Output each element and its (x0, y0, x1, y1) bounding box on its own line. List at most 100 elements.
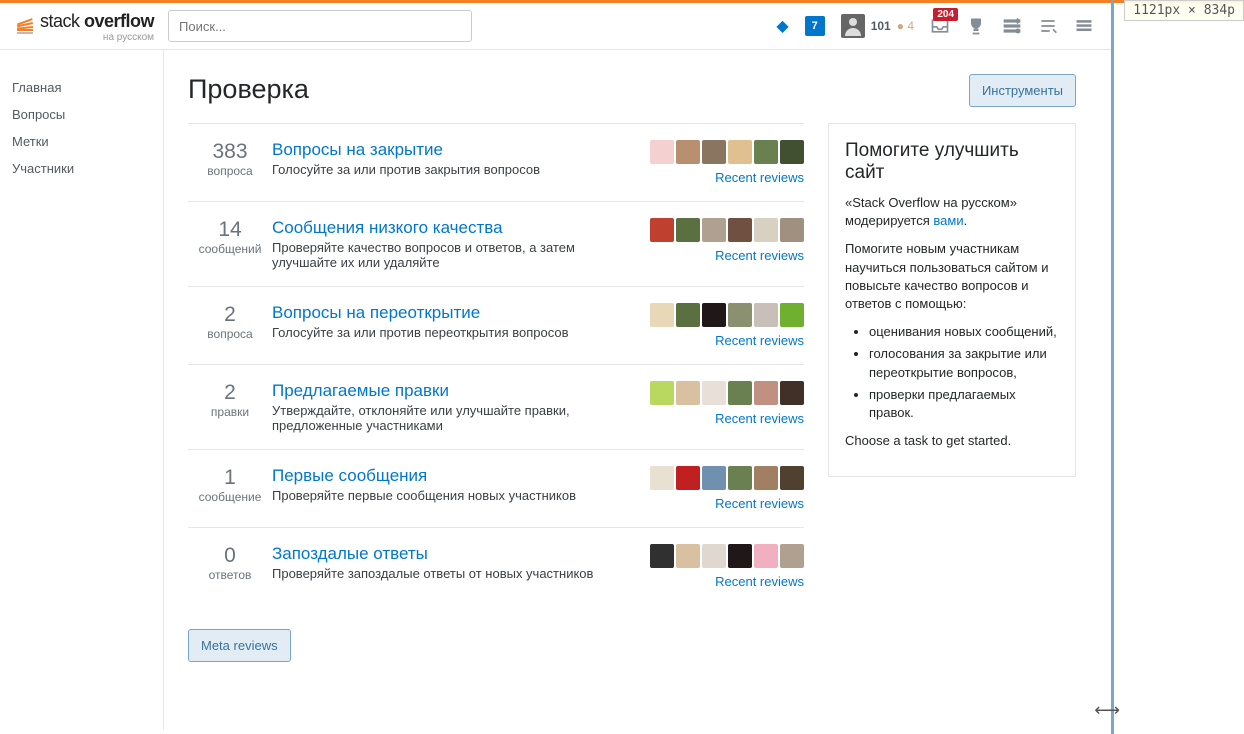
list-icon[interactable] (1074, 16, 1094, 36)
recent-reviews-link[interactable]: Recent reviews (715, 248, 804, 263)
sidebar-bullet: голосования за закрытие или переоткрытие… (869, 345, 1059, 381)
queue-description: Проверяйте запоздалые ответы от новых уч… (272, 566, 624, 581)
queue-count: 1 (188, 466, 272, 490)
se-icon[interactable] (1038, 16, 1058, 36)
reviewer-avatar[interactable] (754, 303, 778, 327)
sidebar-bullet: проверки предлагаемых правок. (869, 386, 1059, 422)
left-sidebar: Главная Вопросы Метки Участники (0, 50, 164, 730)
inbox-icon[interactable]: 204 (930, 16, 950, 36)
nav-tags[interactable]: Метки (12, 128, 163, 155)
site-logo[interactable]: stack overflow на русском (0, 10, 168, 43)
reviewer-avatar[interactable] (728, 140, 752, 164)
review-queue-item: 2 вопроса Вопросы на переоткрытие Голосу… (188, 286, 804, 364)
header-bar: stack overflow на русском ◆ 7 101 ● 4 20… (0, 3, 1114, 50)
reviewer-avatar[interactable] (676, 381, 700, 405)
reviewer-avatar[interactable] (754, 544, 778, 568)
achievements-icon[interactable] (966, 16, 986, 36)
reviewer-avatar[interactable] (780, 218, 804, 242)
queue-count-unit: сообщений (188, 242, 272, 256)
help-icon[interactable] (1002, 16, 1022, 36)
search-input[interactable] (168, 10, 472, 42)
inbox-badge: 204 (933, 8, 958, 21)
reviewer-avatar[interactable] (780, 544, 804, 568)
queue-count-unit: правки (188, 405, 272, 419)
reviewer-avatar[interactable] (650, 466, 674, 490)
sidebar-bullet: оценивания новых сообщений, (869, 323, 1059, 341)
reviewer-avatar[interactable] (676, 303, 700, 327)
reviewer-avatar[interactable] (676, 544, 700, 568)
nav-users[interactable]: Участники (12, 155, 163, 182)
reviewer-avatar[interactable] (650, 381, 674, 405)
reviewer-avatar[interactable] (754, 218, 778, 242)
user-profile-link[interactable]: 101 ● 4 (841, 14, 914, 38)
queue-title-link[interactable]: Запоздалые ответы (272, 544, 428, 563)
queue-count: 14 (188, 218, 272, 242)
bronze-badge-count: ● 4 (897, 19, 914, 33)
page-title: Проверка (188, 74, 309, 105)
help-sidebar: Помогите улучшить сайт «Stack Overflow н… (828, 123, 1076, 477)
reviewer-avatar[interactable] (728, 466, 752, 490)
queue-description: Голосуйте за или против закрытия вопросо… (272, 162, 624, 177)
review-queue-item: 0 ответов Запоздалые ответы Проверяйте з… (188, 527, 804, 605)
diamond-icon[interactable]: ◆ (776, 16, 788, 36)
queue-title-link[interactable]: Вопросы на переоткрытие (272, 303, 480, 322)
nav-home[interactable]: Главная (12, 74, 163, 101)
review-queue-item: 2 правки Предлагаемые правки Утверждайте… (188, 364, 804, 449)
reviewer-avatar[interactable] (702, 466, 726, 490)
queue-count: 2 (188, 303, 272, 327)
reviewer-avatar[interactable] (728, 303, 752, 327)
queue-title-link[interactable]: Первые сообщения (272, 466, 427, 485)
reviewer-avatar[interactable] (780, 466, 804, 490)
reviewer-avatar[interactable] (702, 303, 726, 327)
reviewer-avatar[interactable] (702, 140, 726, 164)
queue-count: 383 (188, 140, 272, 164)
reviewer-avatar[interactable] (676, 140, 700, 164)
review-count-badge[interactable]: 7 (805, 16, 825, 36)
user-avatar-icon (841, 14, 865, 38)
reviewer-avatar[interactable] (728, 381, 752, 405)
recent-reviews-link[interactable]: Recent reviews (715, 411, 804, 426)
nav-questions[interactable]: Вопросы (12, 101, 163, 128)
sidebar-you-link[interactable]: вами (933, 213, 963, 228)
ruler-overlay: 1121px × 834p (1124, 0, 1244, 21)
reviewer-avatar[interactable] (728, 544, 752, 568)
reviewer-avatar[interactable] (780, 140, 804, 164)
reviewer-avatar[interactable] (702, 381, 726, 405)
queue-count: 0 (188, 544, 272, 568)
queue-description: Голосуйте за или против переоткрытия воп… (272, 325, 624, 340)
reviewer-avatar[interactable] (650, 218, 674, 242)
reviewer-avatar[interactable] (702, 544, 726, 568)
reviewer-avatar[interactable] (780, 303, 804, 327)
queue-description: Утверждайте, отклоняйте или улучшайте пр… (272, 403, 624, 433)
queue-title-link[interactable]: Вопросы на закрытие (272, 140, 443, 159)
recent-reviews-link[interactable]: Recent reviews (715, 333, 804, 348)
reviewer-avatar[interactable] (650, 544, 674, 568)
reviewer-avatar[interactable] (754, 140, 778, 164)
recent-reviews-link[interactable]: Recent reviews (715, 496, 804, 511)
reviewer-avatar[interactable] (754, 381, 778, 405)
queue-description: Проверяйте первые сообщения новых участн… (272, 488, 624, 503)
meta-reviews-button[interactable]: Meta reviews (188, 629, 291, 662)
reviewer-avatar[interactable] (650, 140, 674, 164)
reviewer-avatar[interactable] (780, 381, 804, 405)
queue-title-link[interactable]: Сообщения низкого качества (272, 218, 503, 237)
reviewer-avatar[interactable] (676, 466, 700, 490)
recent-reviews-link[interactable]: Recent reviews (715, 170, 804, 185)
reputation-score: 101 (871, 19, 891, 33)
reviewer-avatar[interactable] (676, 218, 700, 242)
queue-count-unit: сообщение (188, 490, 272, 504)
tools-button[interactable]: Инструменты (969, 74, 1076, 107)
reviewer-avatar[interactable] (650, 303, 674, 327)
queue-count-unit: ответов (188, 568, 272, 582)
queue-count: 2 (188, 381, 272, 405)
reviewer-avatar[interactable] (754, 466, 778, 490)
reviewer-avatar[interactable] (728, 218, 752, 242)
logo-subtitle: на русском (103, 32, 154, 43)
review-queue-item: 14 сообщений Сообщения низкого качества … (188, 201, 804, 286)
reviewer-avatar[interactable] (702, 218, 726, 242)
queue-title-link[interactable]: Предлагаемые правки (272, 381, 449, 400)
recent-reviews-link[interactable]: Recent reviews (715, 574, 804, 589)
queue-count-unit: вопроса (188, 164, 272, 178)
queue-description: Проверяйте качество вопросов и ответов, … (272, 240, 624, 270)
review-queue-item: 383 вопроса Вопросы на закрытие Голосуйт… (188, 123, 804, 201)
